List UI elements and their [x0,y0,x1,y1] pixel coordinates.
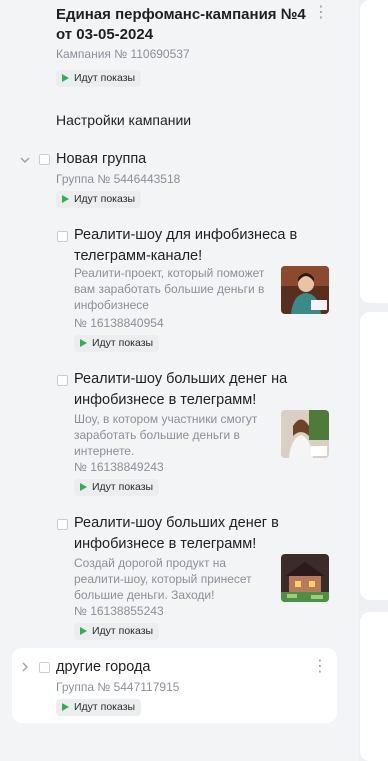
ad-image-thumbnail[interactable] [281,266,329,314]
ad-title[interactable]: Реалити-шоу больших денег на инфобизнесе… [74,369,304,411]
play-icon [62,74,69,82]
status-text: Идут показы [92,625,154,637]
ad-description: Создай дорогой продукт на реалити-шоу, к… [74,556,252,602]
ad-checkbox[interactable] [57,231,68,242]
campaign-more-icon[interactable]: ⋮ [312,4,330,22]
group-status-badge: Идут показы [56,698,142,716]
play-icon [80,339,87,347]
ad-number: № 16138855243 [74,604,164,618]
ad-image-thumbnail[interactable] [281,554,329,602]
campaign-title[interactable]: Единая перфоманс-кампания №4 от 03-05-20… [56,5,306,45]
ad-checkbox[interactable] [57,375,68,386]
group-card[interactable]: другие города ⋮ Группа № 5447117915 Идут… [12,648,337,723]
content-card [360,612,388,761]
play-icon [62,195,69,203]
status-text: Идут показы [74,193,136,205]
ad-status-badge: Идут показы [74,334,160,352]
ad-number: № 16138840954 [74,316,164,330]
ad-title[interactable]: Реалити-шоу для инфобизнеса в телеграмм-… [74,225,304,267]
content-card [360,0,388,303]
group-checkbox[interactable] [39,662,50,673]
play-icon [62,703,69,711]
campaign-settings-link[interactable]: Настройки кампании [56,112,191,128]
status-text: Идут показы [74,701,136,713]
group-status-badge: Идут показы [56,190,142,208]
group-checkbox[interactable] [39,154,50,165]
group-name[interactable]: Новая группа [56,151,146,167]
group-number: Группа № 5446443518 [56,172,181,186]
campaign-tree-panel: Единая перфоманс-кампания №4 от 03-05-20… [0,0,358,761]
ad-number: № 16138849243 [74,460,164,474]
group-number: Группа № 5447117915 [56,680,180,694]
ad-checkbox[interactable] [57,519,68,530]
ad-status-badge: Идут показы [74,478,160,496]
chevron-down-icon[interactable] [19,154,31,166]
campaign-number: Кампания № 110690537 [56,47,190,61]
content-card [360,312,388,600]
campaign-status-badge: Идут показы [56,69,142,87]
group-more-icon[interactable]: ⋮ [311,658,329,676]
group-name[interactable]: другие города [56,659,150,675]
ad-description: Реалити-проект, который поможет вам зара… [74,266,265,312]
ad-image-thumbnail[interactable] [281,410,329,458]
play-icon [80,627,87,635]
ad-title[interactable]: Реалити-шоу больших денег в инфобизнесе … [74,513,304,555]
chevron-right-icon[interactable] [19,661,31,673]
ad-description: Шоу, в котором участники смогут заработа… [74,412,258,458]
status-text: Идут показы [74,72,136,84]
status-text: Идут показы [92,337,154,349]
ad-status-badge: Идут показы [74,622,160,640]
play-icon [80,483,87,491]
status-text: Идут показы [92,481,154,493]
